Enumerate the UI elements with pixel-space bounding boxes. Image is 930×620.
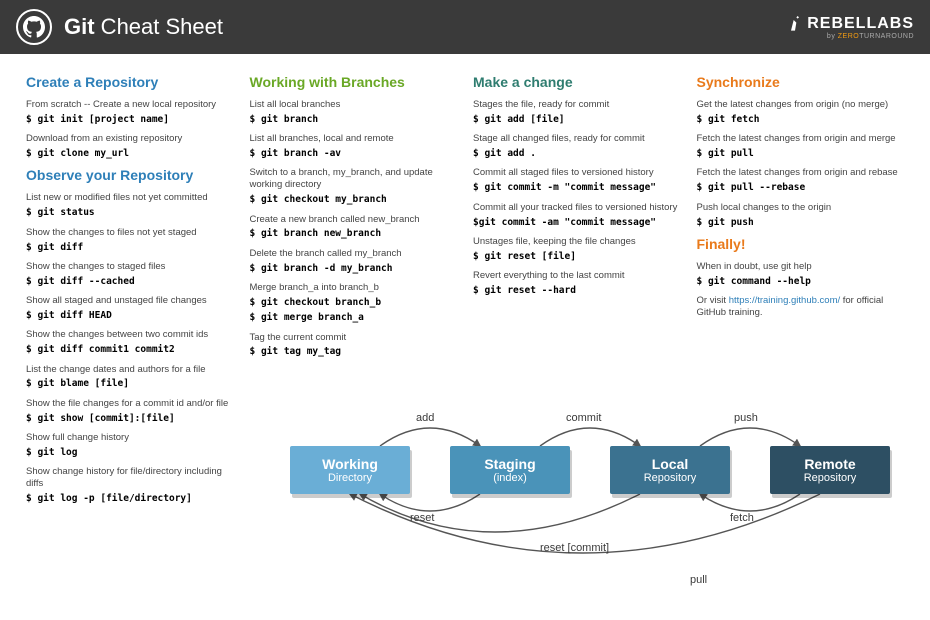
entry-desc: List all local branches bbox=[250, 99, 458, 111]
entry-cmd: $ git diff commit1 commit2 bbox=[26, 344, 234, 356]
entry-desc: Push local changes to the origin bbox=[697, 202, 905, 214]
entry-desc: Switch to a branch, my_branch, and updat… bbox=[250, 167, 458, 191]
entry-cmd: $ git reset --hard bbox=[473, 285, 681, 297]
section-create-repo: Create a Repository bbox=[26, 74, 234, 90]
brand-name: REBELLABS bbox=[787, 15, 914, 33]
section-finally: Finally! bbox=[697, 236, 905, 252]
entry-desc: Show the changes to staged files bbox=[26, 261, 234, 273]
section-branches: Working with Branches bbox=[250, 74, 458, 90]
entry-desc: Tag the current commit bbox=[250, 332, 458, 344]
entry-desc: Show the file changes for a commit id an… bbox=[26, 398, 234, 410]
brand-sub: by ZEROTURNAROUND bbox=[787, 33, 914, 40]
entry-cmd: $ git diff --cached bbox=[26, 276, 234, 288]
brand-block: REBELLABS by ZEROTURNAROUND bbox=[787, 15, 914, 40]
entry-cmd: $ git push bbox=[697, 217, 905, 229]
entry-cmd: $ git init [project name] bbox=[26, 114, 234, 126]
entry-cmd: $ git pull bbox=[697, 148, 905, 160]
entry-cmd: $ git command --help bbox=[697, 276, 905, 288]
entry-desc: Unstages file, keeping the file changes bbox=[473, 236, 681, 248]
entry-desc: Download from an existing repository bbox=[26, 133, 234, 145]
entry-desc: List new or modified files not yet commi… bbox=[26, 192, 234, 204]
entry-cmd: $ git commit -m "commit message" bbox=[473, 182, 681, 194]
entry-desc: Stages the file, ready for commit bbox=[473, 99, 681, 111]
entry-cmd: $ git log -p [file/directory] bbox=[26, 493, 234, 505]
entry-desc: Show the changes to files not yet staged bbox=[26, 227, 234, 239]
entry-desc: Show full change history bbox=[26, 432, 234, 444]
entry-cmd: $ git clone my_url bbox=[26, 148, 234, 160]
entry-cmd: $ git pull --rebase bbox=[697, 182, 905, 194]
title-rest: Cheat Sheet bbox=[95, 14, 223, 39]
entry-cmd: $ git branch new_branch bbox=[250, 228, 458, 240]
entry-cmd: $ git blame [file] bbox=[26, 378, 234, 390]
github-icon bbox=[16, 9, 52, 45]
entry-cmd: $ git diff HEAD bbox=[26, 310, 234, 322]
entry-desc: Get the latest changes from origin (no m… bbox=[697, 99, 905, 111]
diagram-arrows bbox=[260, 402, 900, 612]
entry-desc: Merge branch_a into branch_b bbox=[250, 282, 458, 294]
section-synchronize: Synchronize bbox=[697, 74, 905, 90]
entry-desc: Show the changes between two commit ids bbox=[26, 329, 234, 341]
entry-cmd: $ git log bbox=[26, 447, 234, 459]
training-link[interactable]: https://training.github.com/ bbox=[729, 295, 840, 306]
entry-cmd: $ git merge branch_a bbox=[250, 312, 458, 324]
entry-desc: Show all staged and unstaged file change… bbox=[26, 295, 234, 307]
entry-desc: Commit all your tracked files to version… bbox=[473, 202, 681, 214]
entry-cmd: $ git fetch bbox=[697, 114, 905, 126]
entry-cmd: $ git reset [file] bbox=[473, 251, 681, 263]
entry-cmd: $ git tag my_tag bbox=[250, 346, 458, 358]
entry-desc: From scratch -- Create a new local repos… bbox=[26, 99, 234, 111]
entry-desc: Commit all staged files to versioned his… bbox=[473, 167, 681, 179]
entry-cmd: $ git status bbox=[26, 207, 234, 219]
entry-desc: Fetch the latest changes from origin and… bbox=[697, 133, 905, 145]
git-flow-diagram: Working Directory Staging (index) Local … bbox=[260, 402, 900, 612]
entry-desc: When in doubt, use git help bbox=[697, 261, 905, 273]
label-push: push bbox=[734, 412, 758, 424]
section-make-change: Make a change bbox=[473, 74, 681, 90]
entry-desc: Show change history for file/directory i… bbox=[26, 466, 234, 490]
entry-desc: Fetch the latest changes from origin and… bbox=[697, 167, 905, 179]
title-bold: Git bbox=[64, 14, 95, 39]
box-remote-repository: Remote Repository bbox=[770, 446, 890, 494]
label-fetch: fetch bbox=[730, 512, 754, 524]
entry-cmd: $ git checkout my_branch bbox=[250, 194, 458, 206]
entry-desc: Stage all changed files, ready for commi… bbox=[473, 133, 681, 145]
col-create-observe: Create a Repository From scratch -- Crea… bbox=[26, 70, 234, 505]
label-reset: reset bbox=[410, 512, 434, 524]
label-commit: commit bbox=[566, 412, 601, 424]
entry-cmd: $ git branch -d my_branch bbox=[250, 263, 458, 275]
label-reset-commit: reset [commit] bbox=[540, 542, 609, 554]
entry-desc: Create a new branch called new_branch bbox=[250, 214, 458, 226]
section-observe-repo: Observe your Repository bbox=[26, 167, 234, 183]
entry-cmd: $ git checkout branch_b bbox=[250, 297, 458, 309]
label-add: add bbox=[416, 412, 434, 424]
rebellabs-icon bbox=[787, 16, 803, 32]
entry-desc: List the change dates and authors for a … bbox=[26, 364, 234, 376]
entry-desc: List all branches, local and remote bbox=[250, 133, 458, 145]
entry-cmd: $ git add [file] bbox=[473, 114, 681, 126]
entry-desc: Revert everything to the last commit bbox=[473, 270, 681, 282]
entry-cmd: $ git show [commit]:[file] bbox=[26, 413, 234, 425]
box-local-repository: Local Repository bbox=[610, 446, 730, 494]
header: Git Cheat Sheet REBELLABS by ZEROTURNARO… bbox=[0, 0, 930, 54]
box-working-directory: Working Directory bbox=[290, 446, 410, 494]
entry-cmd: $ git branch bbox=[250, 114, 458, 126]
entry-cmd: $git commit -am "commit message" bbox=[473, 217, 681, 229]
entry-cmd: $ git add . bbox=[473, 148, 681, 160]
page-title: Git Cheat Sheet bbox=[64, 14, 223, 40]
header-left: Git Cheat Sheet bbox=[16, 9, 223, 45]
entry-cmd: $ git branch -av bbox=[250, 148, 458, 160]
entry-cmd: $ git diff bbox=[26, 242, 234, 254]
box-staging-index: Staging (index) bbox=[450, 446, 570, 494]
label-pull: pull bbox=[690, 574, 707, 586]
entry-desc: Delete the branch called my_branch bbox=[250, 248, 458, 260]
finally-note: Or visit https://training.github.com/ fo… bbox=[697, 295, 905, 319]
